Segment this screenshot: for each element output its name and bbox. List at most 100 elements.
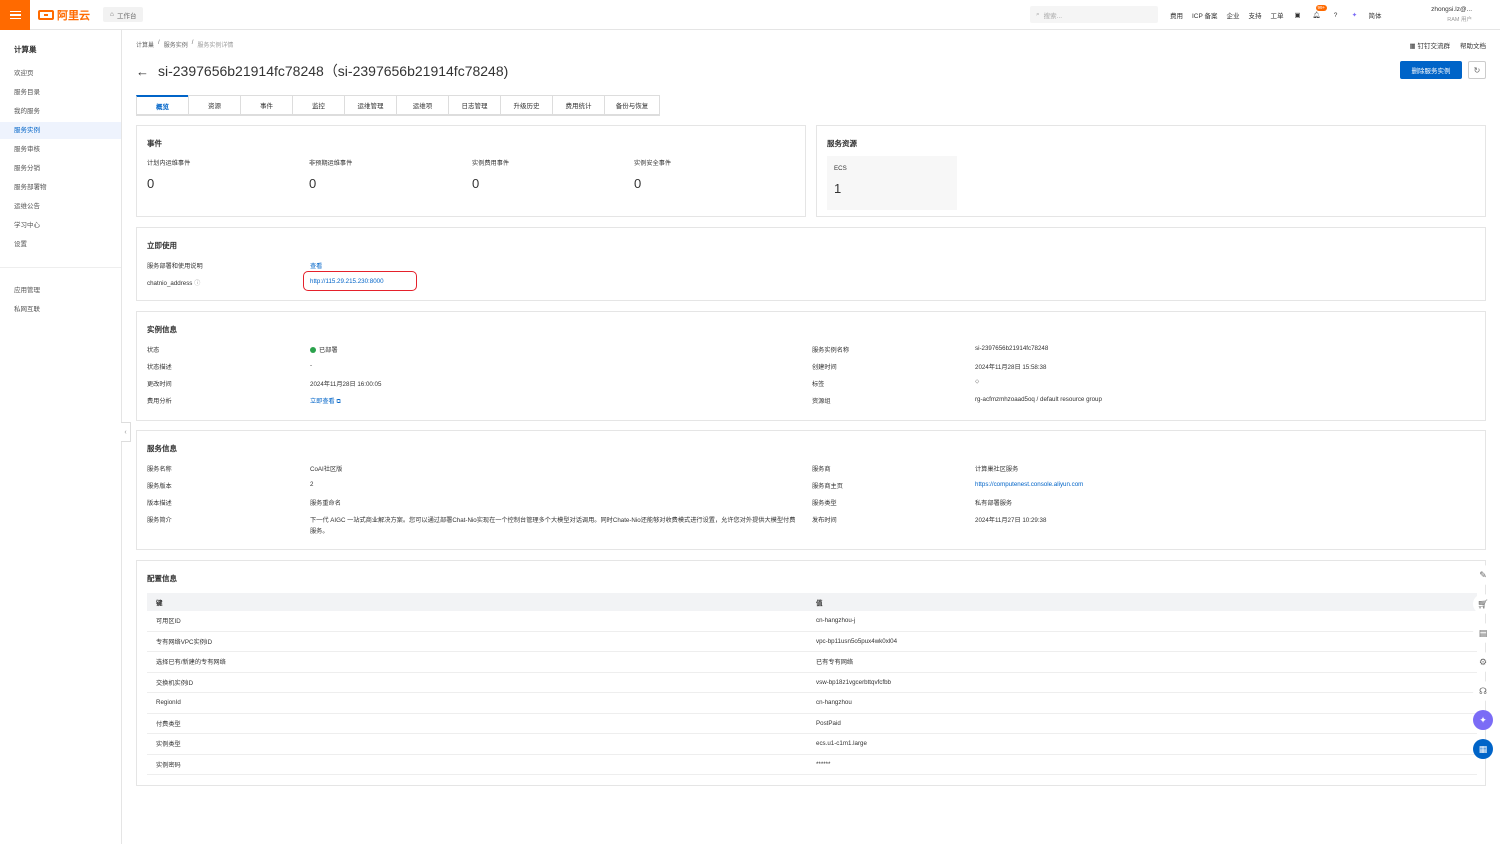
ai-assistant-float-icon[interactable]: ✦	[1473, 710, 1493, 730]
breadcrumb-item[interactable]: 计算巢	[136, 40, 154, 49]
sidebar-item-catalog[interactable]: 服务目录	[0, 84, 121, 101]
provider-homepage-link[interactable]: https://computenest.console.aliyun.com	[975, 481, 1083, 488]
sidebar-item-private-link[interactable]: 私网互联	[0, 301, 121, 318]
nav-icp[interactable]: ICP 备案	[1192, 10, 1218, 20]
top-nav: 费用 ICP 备案 企业 支持 工单 ▣ 🔔︎ 99+ ? ✦ 简体	[1170, 0, 1382, 30]
cell-value: vpc-bp11usn5o5pux4wk0xl04	[816, 637, 898, 645]
sidebar-item-distribution[interactable]: 服务分销	[0, 160, 121, 177]
cell-value: cn-hangzhou-j	[816, 617, 856, 625]
back-arrow-icon[interactable]: ←	[136, 64, 149, 79]
service-info-card: 服务信息 服务名称 CoAI社区版 服务版本 2 版本描述 服务重命名 服务简介…	[136, 430, 1486, 550]
cell-key: 实例类型	[156, 741, 181, 749]
search-input[interactable]: ⌕ 搜索...	[1030, 6, 1158, 23]
event-label: 计划内运维事件	[147, 160, 191, 167]
provider-homepage-label: 服务商主页	[812, 483, 843, 490]
refresh-icon[interactable]: ↻	[1468, 61, 1486, 79]
sidebar-item-instances[interactable]: 服务实例	[0, 122, 121, 139]
table-row: 选择已有/新建的专有网络 已有专有网络	[147, 652, 1477, 673]
service-name-value: CoAI社区版	[310, 466, 343, 473]
aliyun-logo[interactable]: 阿里云	[38, 8, 90, 22]
sidebar-item-review[interactable]: 服务审核	[0, 141, 121, 158]
external-link-icon: ⧉	[336, 398, 341, 405]
nav-ticket[interactable]: 工单	[1271, 10, 1284, 20]
cell-key: 专有网络VPC实例ID	[156, 638, 213, 646]
tab-cost-stats[interactable]: 费用统计	[552, 95, 604, 115]
sidebar-item-learning[interactable]: 学习中心	[0, 217, 121, 234]
search-placeholder: 搜索...	[1043, 12, 1063, 20]
nav-fee[interactable]: 费用	[1170, 10, 1183, 20]
tab-upgrade-history[interactable]: 升级历史	[500, 95, 552, 115]
service-version-label: 服务版本	[147, 483, 172, 490]
quick-use-title: 立即使用	[147, 241, 177, 250]
info-icon[interactable]: ⓘ	[194, 280, 200, 287]
tab-ops-items[interactable]: 运维项	[396, 95, 448, 115]
sidebar-item-welcome[interactable]: 欢迎页	[0, 65, 121, 82]
event-label: 实例安全事件	[634, 160, 672, 167]
check-circle-icon	[310, 347, 316, 353]
ecs-resource-box[interactable]: ECS 1	[827, 156, 957, 210]
create-time-label: 创建时间	[812, 364, 837, 371]
sidebar-divider	[0, 267, 121, 268]
cell-key: 实例密码	[156, 761, 181, 769]
ai-assistant-icon[interactable]: ✦	[1350, 10, 1360, 20]
event-count[interactable]: 0	[472, 176, 479, 191]
sidebar-title: 计算巢	[14, 45, 37, 54]
delete-instance-button[interactable]: 删除服务实例	[1400, 61, 1462, 79]
event-count[interactable]: 0	[147, 176, 154, 191]
apps-grid-icon[interactable]: ▦	[1473, 739, 1493, 759]
cell-value: PostPaid	[816, 719, 841, 727]
status-badge: 已部署	[310, 345, 338, 354]
col-value-header: 值	[816, 600, 823, 607]
tab-resources[interactable]: 资源	[188, 95, 240, 115]
breadcrumb-item[interactable]: 服务实例	[164, 40, 188, 49]
menu-icon[interactable]	[0, 0, 30, 30]
sidebar-item-artifacts[interactable]: 服务部署物	[0, 179, 121, 196]
tab-ops-management[interactable]: 运维管理	[344, 95, 396, 115]
calculator-icon[interactable]: ▤	[1473, 623, 1493, 643]
dingtalk-group-link[interactable]: ▦ 钉钉交流群	[1410, 40, 1450, 50]
cell-value: 已有专有网络	[816, 659, 854, 667]
cost-analysis-link[interactable]: 立即查看 ⧉	[310, 396, 341, 406]
settings-icon[interactable]: ⚙	[1473, 652, 1493, 672]
nav-enterprise[interactable]: 企业	[1227, 10, 1240, 20]
sidebar-item-app-management[interactable]: 应用管理	[0, 282, 121, 299]
service-type-value: 私有部署服务	[975, 500, 1013, 507]
service-resources-card: 服务资源 ECS 1	[816, 125, 1486, 217]
sidebar-item-settings[interactable]: 设置	[0, 236, 121, 253]
tab-events[interactable]: 事件	[240, 95, 292, 115]
tab-logs[interactable]: 日志管理	[448, 95, 500, 115]
tab-backup-restore[interactable]: 备份与恢复	[604, 95, 660, 115]
language-switch[interactable]: 简体	[1369, 10, 1382, 20]
resource-group-value: rg-acfmzmhzoaad5oq / default resource gr…	[975, 396, 1102, 403]
sidebar-item-my-services[interactable]: 我的服务	[0, 103, 121, 120]
chatnio-address-link[interactable]: http://115.29.215.230:8000	[303, 271, 417, 291]
help-doc-link[interactable]: 帮助文档	[1460, 40, 1486, 50]
breadcrumb: 计算巢 / 服务实例 / 服务实例详情	[136, 40, 234, 49]
resources-title: 服务资源	[827, 139, 857, 148]
cart-icon[interactable]: 🛒︎	[1473, 594, 1493, 614]
tab-overview[interactable]: 概览	[136, 95, 188, 115]
terminal-icon[interactable]: ▣	[1293, 10, 1303, 20]
service-intro-label: 服务简介	[147, 517, 172, 524]
workbench-button[interactable]: ⌂ 工作台	[103, 7, 144, 22]
help-icon[interactable]: ?	[1331, 10, 1341, 20]
tab-monitor[interactable]: 监控	[292, 95, 344, 115]
sidebar-item-announcements[interactable]: 运维公告	[0, 198, 121, 215]
service-intro-value: 下一代 AIGC 一站式商业解决方案。您可以通过部署Chat-Nio实现在一个控…	[310, 517, 796, 535]
page-title: si-2397656b21914fc78248（si-2397656b21914…	[158, 63, 509, 79]
tag-icon[interactable]: ⬦	[975, 378, 979, 386]
event-count[interactable]: 0	[634, 176, 641, 191]
table-row: RegionId cn-hangzhou	[147, 693, 1477, 714]
bell-icon[interactable]: 🔔︎ 99+	[1312, 5, 1328, 20]
table-row: 交换机实例ID vsw-bp18z1vgcerbttqvfcfbb	[147, 673, 1477, 693]
resource-group-label: 资源组	[812, 398, 831, 405]
status-label: 状态	[147, 347, 160, 354]
edit-icon[interactable]: ✎	[1473, 565, 1493, 585]
tab-bar: 概览 资源 事件 监控 运维管理 运维项 日志管理 升级历史 费用统计 备份与恢…	[136, 95, 660, 116]
user-menu[interactable]: zhongsi.lz@... RAM 用户	[1431, 5, 1472, 25]
guide-view-link[interactable]: 查看	[310, 261, 322, 270]
event-count[interactable]: 0	[309, 176, 316, 191]
instance-name-value: si-2397656b21914fc78248	[975, 345, 1049, 352]
headset-icon[interactable]: ☊	[1473, 681, 1493, 701]
nav-support[interactable]: 支持	[1249, 10, 1262, 20]
